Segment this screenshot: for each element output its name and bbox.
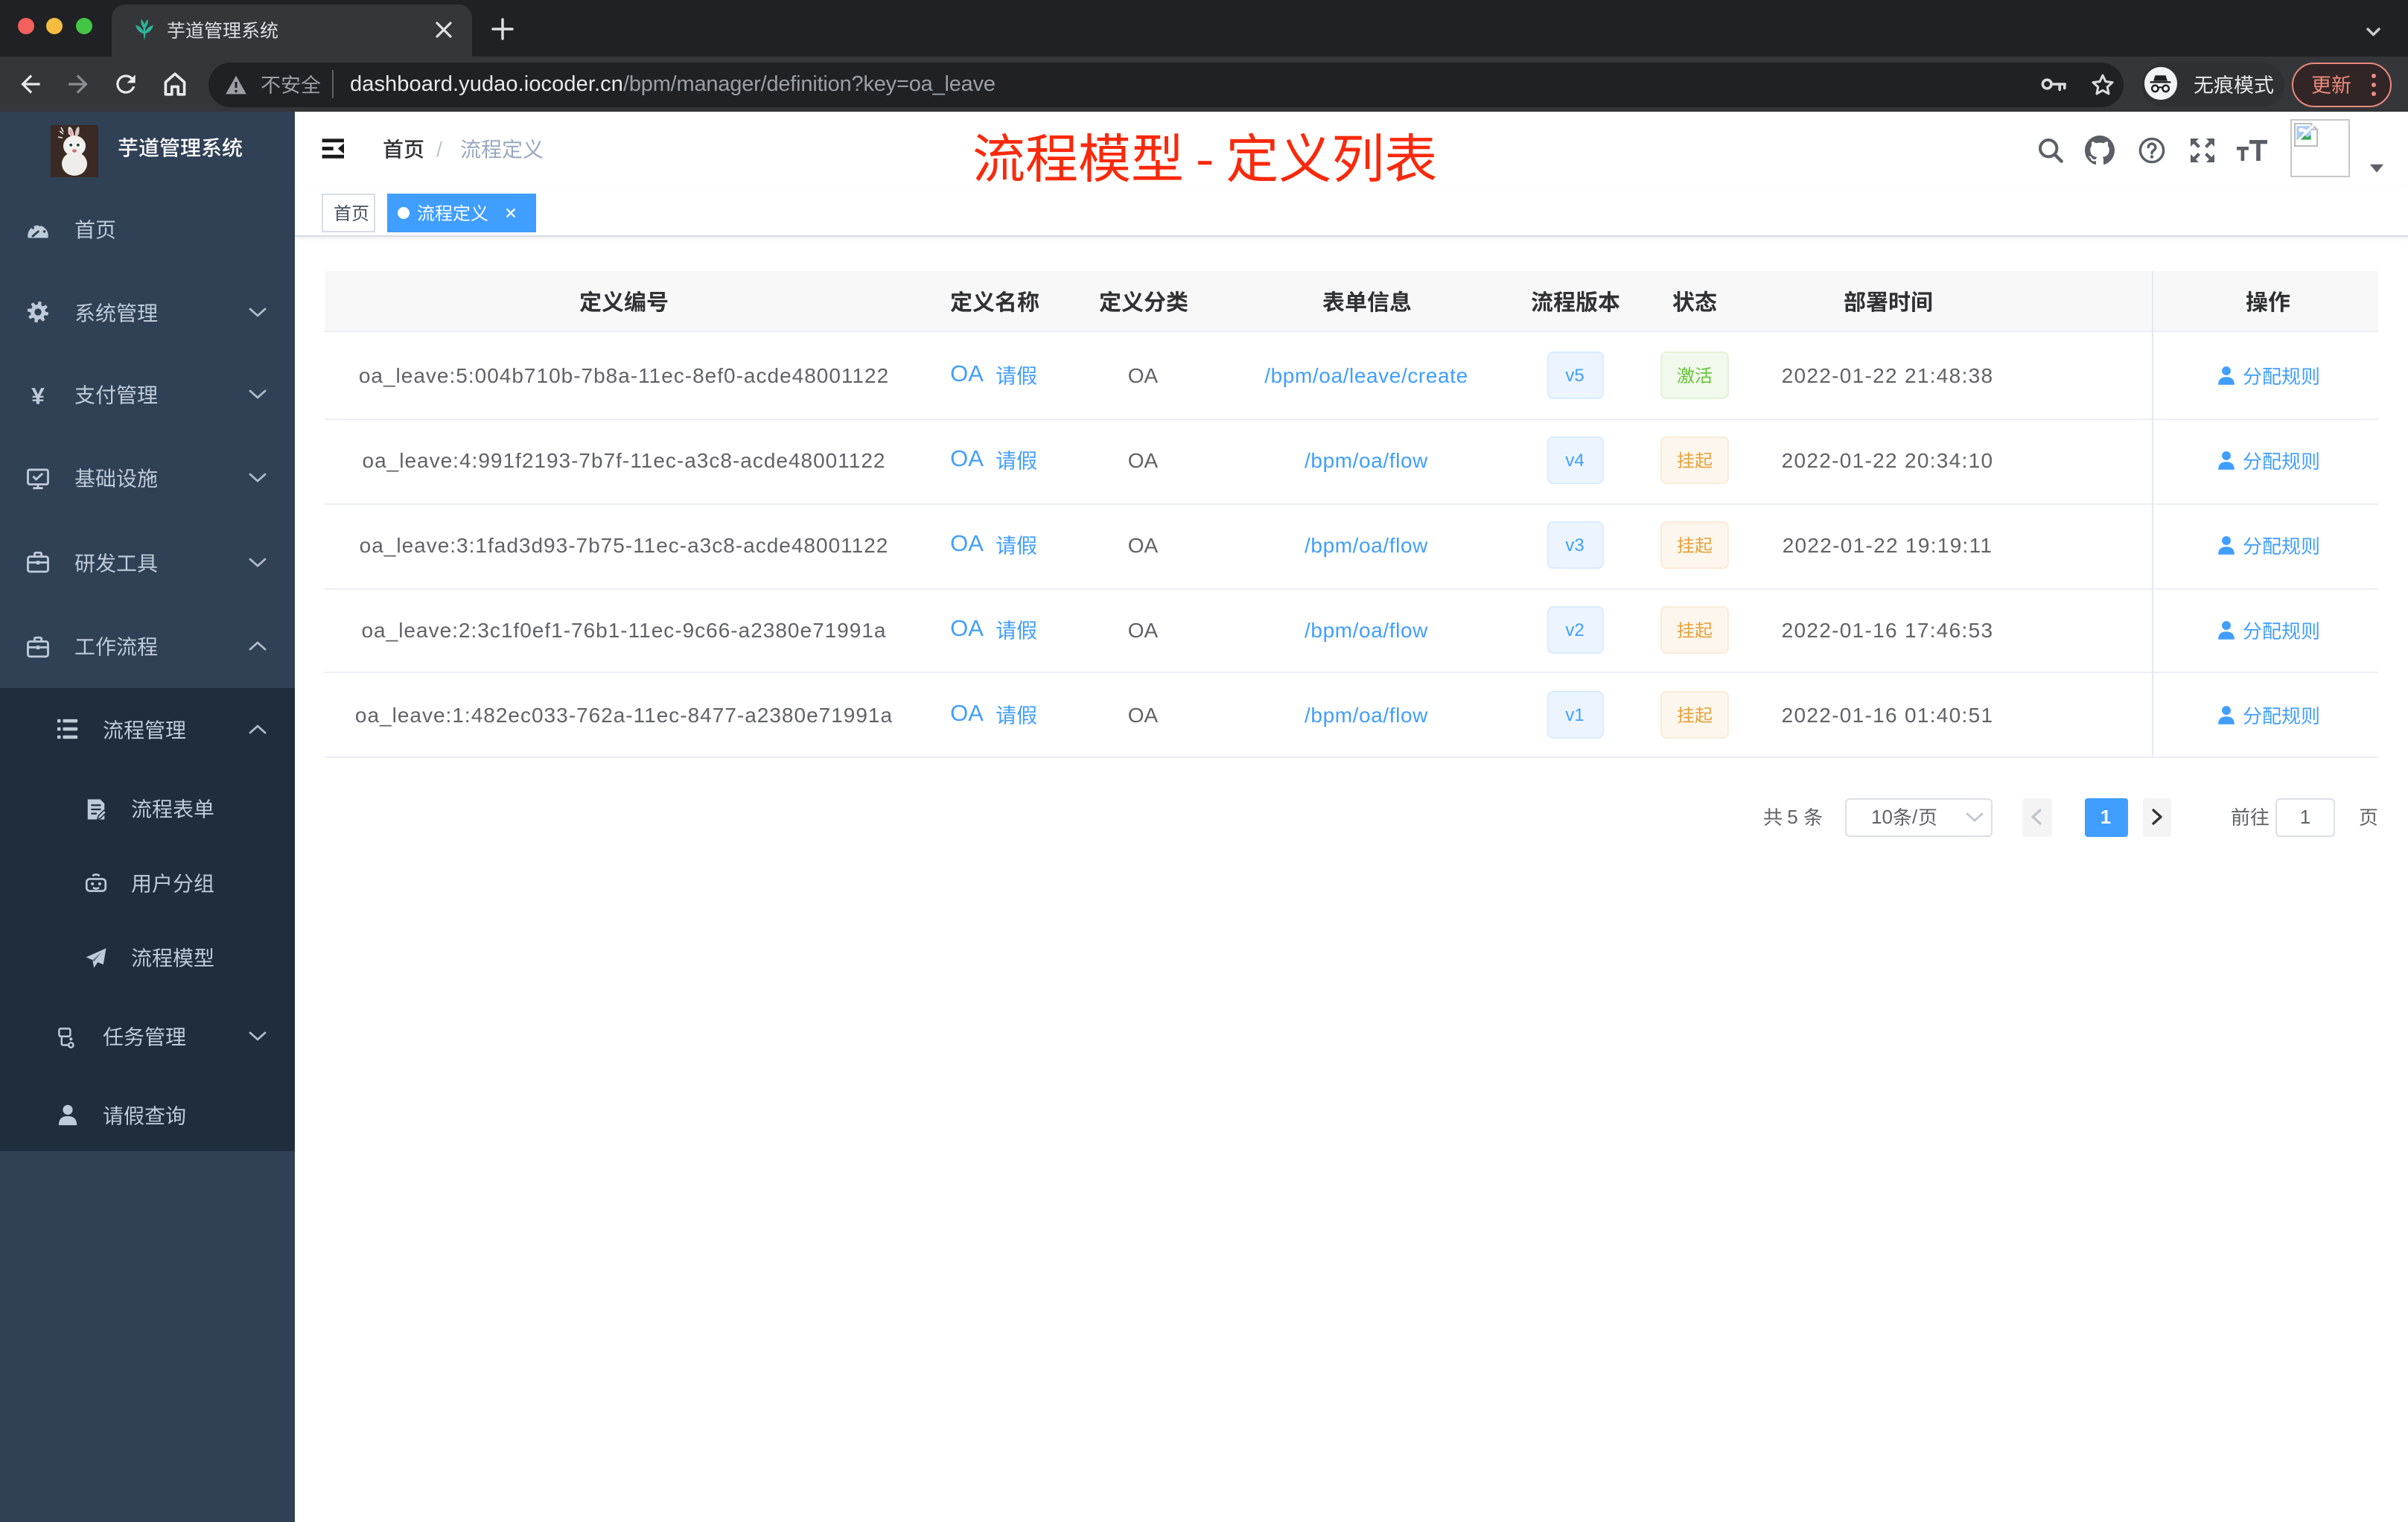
- svg-text:¥: ¥: [31, 383, 44, 406]
